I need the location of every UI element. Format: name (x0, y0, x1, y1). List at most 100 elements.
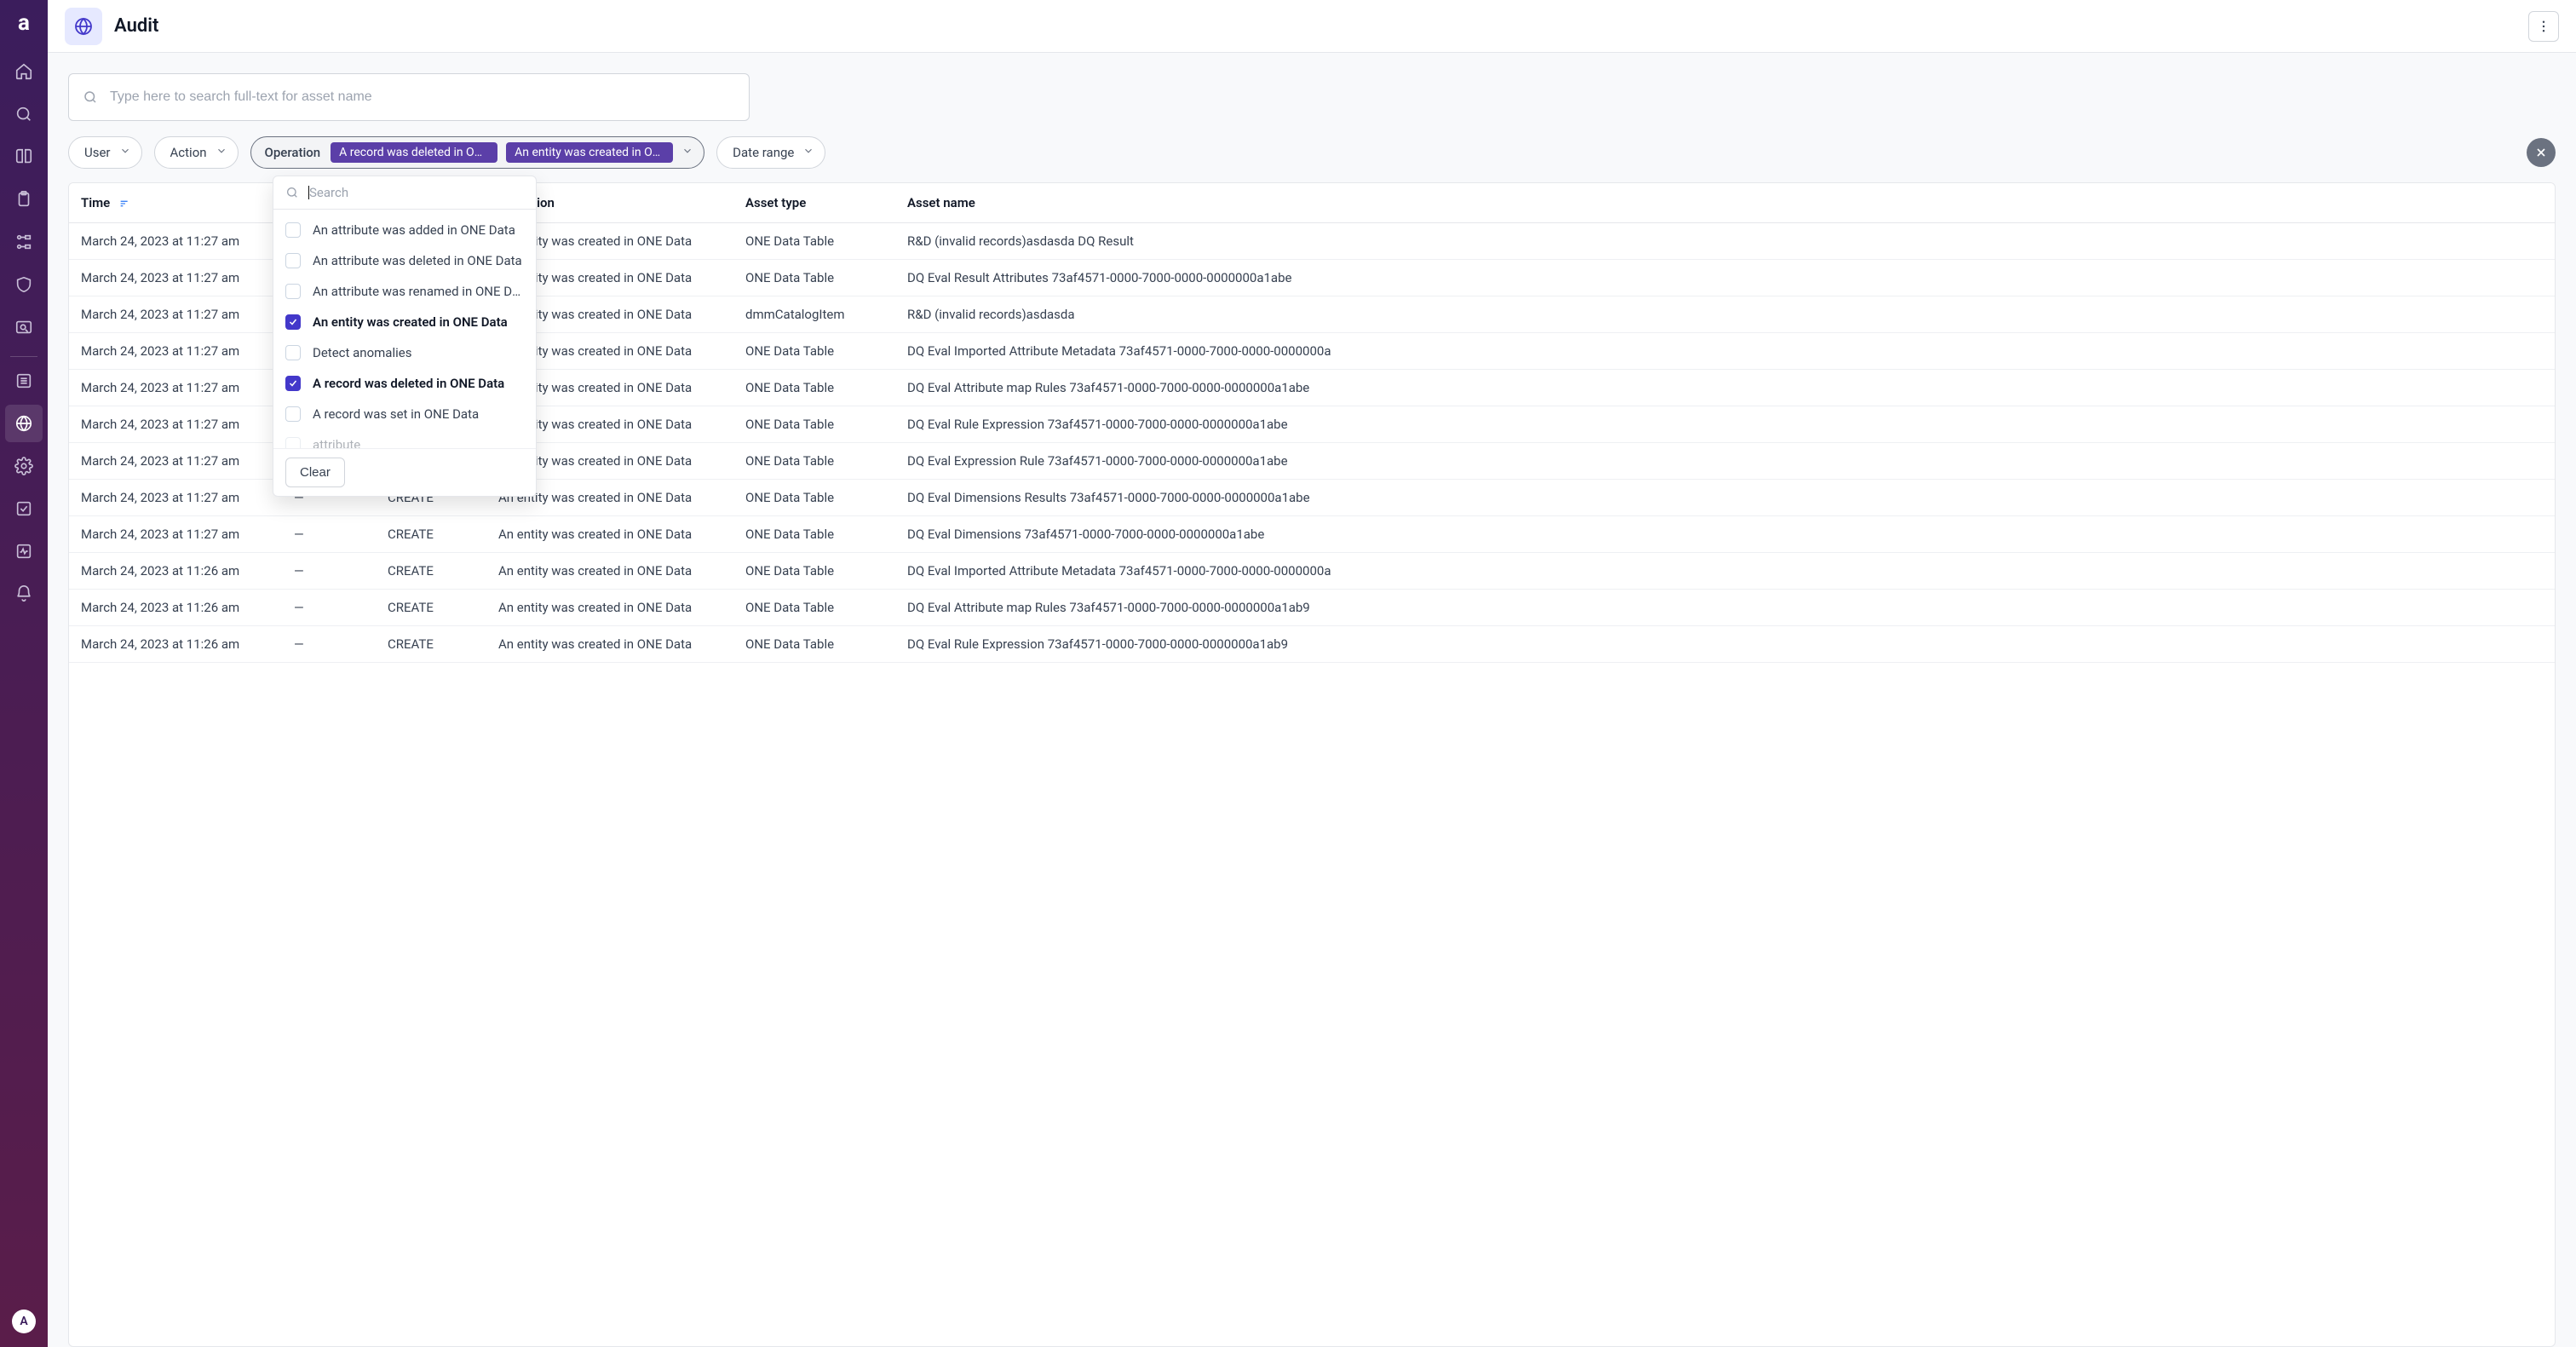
cell-operation: An entity was created in ONE Data (486, 553, 733, 590)
search-input-wrap[interactable] (68, 73, 750, 121)
sidebar-item-check[interactable] (5, 490, 43, 527)
filter-user[interactable]: User (68, 136, 142, 169)
cell-time: March 24, 2023 at 11:27 am (69, 406, 282, 443)
operation-dropdown: Search An attribute was added in ONE Dat… (273, 176, 537, 497)
checkbox (285, 284, 301, 299)
filter-user-label: User (84, 145, 111, 160)
app-logo[interactable]: a (18, 10, 30, 36)
cell-action: CREATE (376, 553, 486, 590)
sidebar-item-clipboard[interactable] (5, 181, 43, 218)
cell-time: March 24, 2023 at 11:26 am (69, 553, 282, 590)
col-header-asset-type[interactable]: Asset type (733, 183, 895, 223)
cell-user: — (282, 553, 376, 590)
chevron-down-icon (119, 145, 131, 160)
dropdown-option[interactable]: An entity was created in ONE Data (273, 307, 536, 337)
filter-action-label: Action (170, 145, 207, 160)
checkbox (285, 222, 301, 238)
globe-icon (73, 16, 94, 37)
cell-asset_name: DQ Eval Result Attributes 73af4571-0000-… (895, 260, 2555, 296)
sort-desc-icon (118, 197, 132, 210)
cell-asset_type: ONE Data Table (733, 516, 895, 553)
col-header-time[interactable]: Time (69, 183, 282, 223)
dropdown-option[interactable]: An attribute was renamed in ONE Data (273, 276, 536, 307)
dropdown-option[interactable]: A record was deleted in ONE Data (273, 368, 536, 399)
sidebar-item-list[interactable] (5, 362, 43, 400)
cell-time: March 24, 2023 at 11:27 am (69, 296, 282, 333)
table-row[interactable]: March 24, 2023 at 11:26 am—CREATEAn enti… (69, 626, 2555, 663)
cell-time: March 24, 2023 at 11:26 am (69, 626, 282, 663)
cell-time: March 24, 2023 at 11:27 am (69, 223, 282, 260)
clipboard-icon (14, 190, 33, 209)
filter-action[interactable]: Action (154, 136, 239, 169)
dropdown-option[interactable]: attribute (273, 429, 536, 448)
cell-asset_type: ONE Data Table (733, 553, 895, 590)
cell-asset_type: dmmCatalogItem (733, 296, 895, 333)
sidebar-item-bell[interactable] (5, 575, 43, 613)
filter-date-range-label: Date range (733, 145, 794, 160)
dropdown-option-label: Detect anomalies (313, 345, 411, 360)
cell-asset_type: ONE Data Table (733, 443, 895, 480)
sidebar-item-home[interactable] (5, 53, 43, 90)
dropdown-option[interactable]: An attribute was deleted in ONE Data (273, 245, 536, 276)
dropdown-search-placeholder: Search (309, 185, 348, 200)
filter-date-range[interactable]: Date range (716, 136, 825, 169)
filter-bar: User Action Operation A record was delet… (68, 136, 2556, 169)
cell-action: CREATE (376, 626, 486, 663)
dropdown-option[interactable]: A record was set in ONE Data (273, 399, 536, 429)
avatar[interactable]: A (12, 1310, 36, 1333)
list-icon (14, 371, 33, 390)
cell-user: — (282, 516, 376, 553)
cell-asset_name: DQ Eval Rule Expression 73af4571-0000-70… (895, 626, 2555, 663)
cell-user: — (282, 626, 376, 663)
sidebar-item-inspect[interactable] (5, 308, 43, 346)
dropdown-options: An attribute was added in ONE Data An att… (273, 210, 536, 448)
dropdown-option-label: A record was deleted in ONE Data (313, 376, 504, 391)
sidebar-item-activity[interactable] (5, 532, 43, 570)
schema-icon (14, 233, 33, 251)
table-row[interactable]: March 24, 2023 at 11:27 am—CREATEAn enti… (69, 516, 2555, 553)
dropdown-option-label: An attribute was deleted in ONE Data (313, 253, 522, 268)
search-icon (14, 105, 33, 124)
dropdown-option-label: attribute (313, 437, 360, 448)
sidebar-item-book[interactable] (5, 138, 43, 176)
sidebar-item-settings[interactable] (5, 447, 43, 485)
dropdown-option-label: A record was set in ONE Data (313, 406, 479, 422)
globe-icon (14, 414, 33, 433)
cell-asset_type: ONE Data Table (733, 333, 895, 370)
sidebar-item-shield[interactable] (5, 266, 43, 303)
dropdown-clear-button[interactable]: Clear (285, 458, 345, 487)
cell-user: — (282, 590, 376, 626)
dropdown-option[interactable]: An attribute was added in ONE Data (273, 215, 536, 245)
more-actions-button[interactable] (2528, 11, 2559, 42)
sidebar-item-audit[interactable] (5, 405, 43, 442)
inspect-icon (14, 318, 33, 337)
shield-icon (14, 275, 33, 294)
cell-time: March 24, 2023 at 11:27 am (69, 443, 282, 480)
dropdown-option[interactable]: Detect anomalies (273, 337, 536, 368)
dropdown-search[interactable]: Search (273, 176, 536, 210)
cell-asset_type: ONE Data Table (733, 406, 895, 443)
sidebar-divider (10, 356, 37, 357)
search-input[interactable] (110, 89, 735, 105)
table-row[interactable]: March 24, 2023 at 11:26 am—CREATEAn enti… (69, 553, 2555, 590)
clear-filters-button[interactable] (2527, 138, 2556, 167)
filter-operation-chip: A record was deleted in ON… (331, 142, 497, 163)
checkbox (285, 376, 301, 391)
filter-operation-label: Operation (265, 145, 321, 160)
book-icon (14, 147, 33, 166)
sidebar-item-search[interactable] (5, 95, 43, 133)
cell-operation: An entity was created in ONE Data (486, 590, 733, 626)
gear-icon (14, 457, 33, 475)
cell-asset_type: ONE Data Table (733, 480, 895, 516)
cell-asset_type: ONE Data Table (733, 260, 895, 296)
sidebar-item-schema[interactable] (5, 223, 43, 261)
chevron-down-icon (216, 145, 227, 160)
col-header-asset-name[interactable]: Asset name (895, 183, 2555, 223)
table-row[interactable]: March 24, 2023 at 11:26 am—CREATEAn enti… (69, 590, 2555, 626)
filter-operation[interactable]: Operation A record was deleted in ON… An… (250, 136, 705, 169)
cell-asset_name: DQ Eval Dimensions 73af4571-0000-7000-00… (895, 516, 2555, 553)
cell-time: March 24, 2023 at 11:27 am (69, 370, 282, 406)
cell-operation: An entity was created in ONE Data (486, 516, 733, 553)
cell-time: March 24, 2023 at 11:27 am (69, 260, 282, 296)
checkbox (285, 345, 301, 360)
